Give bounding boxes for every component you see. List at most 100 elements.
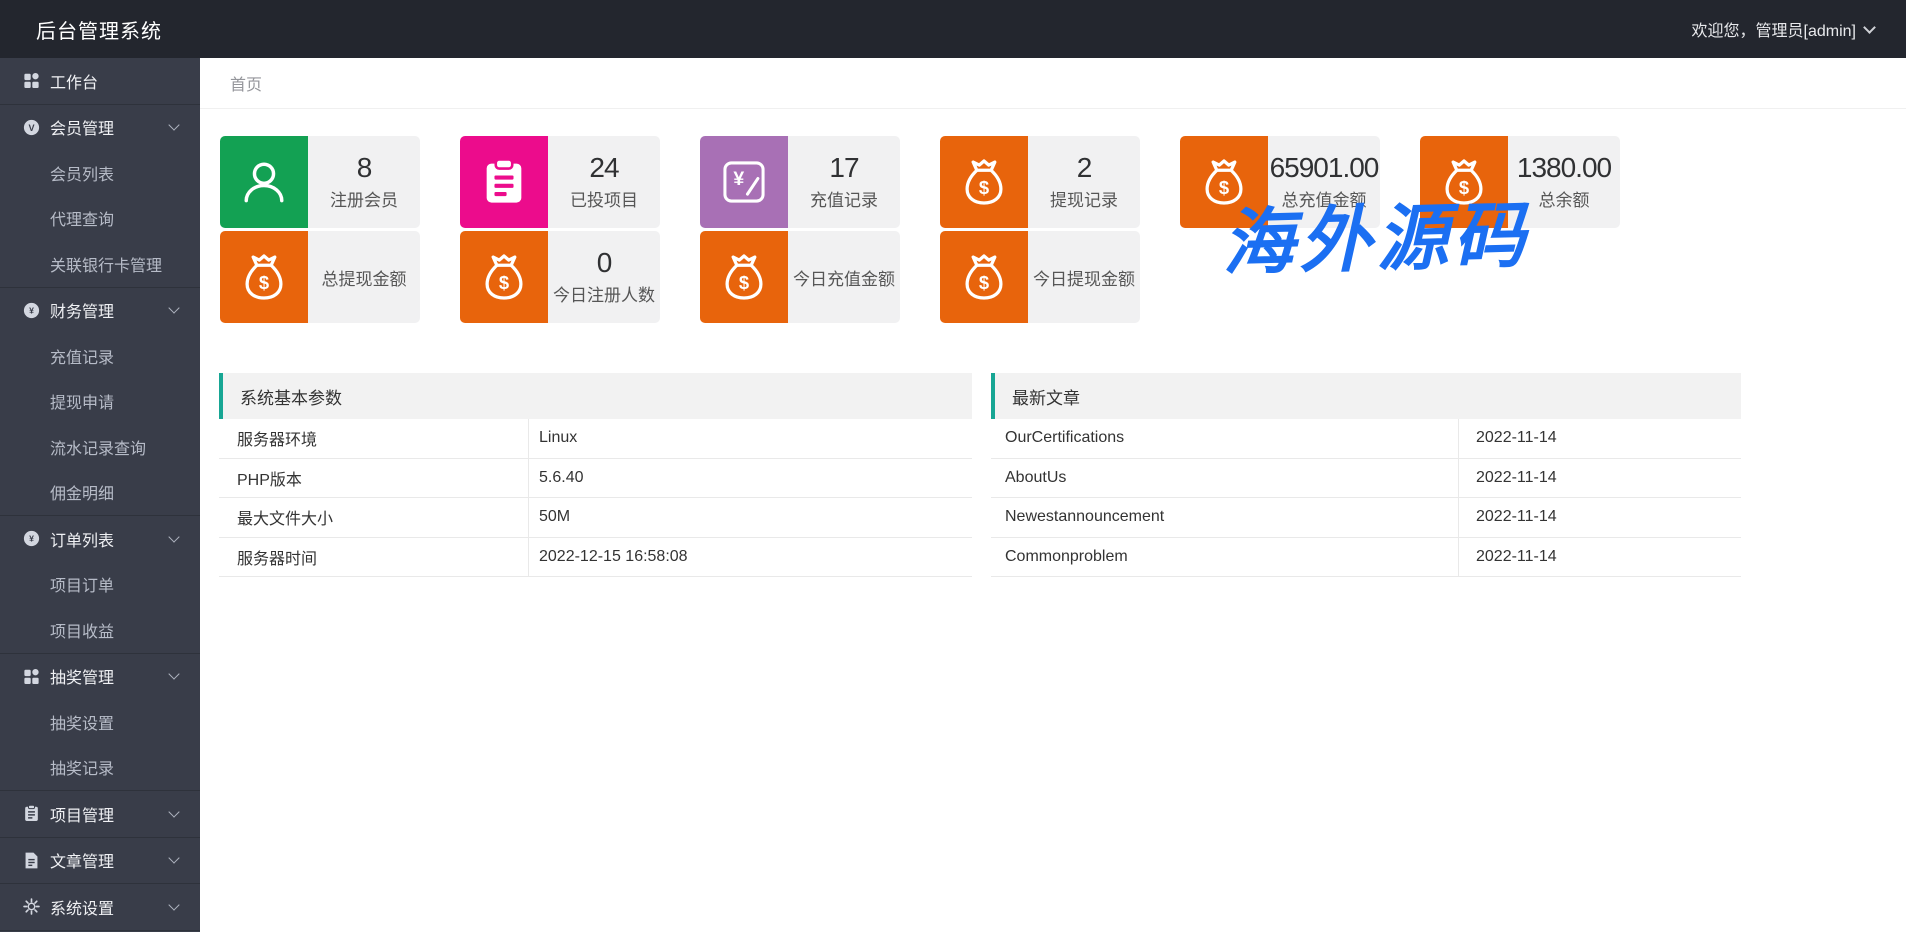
sidebar-item-label: 抽奖管理 <box>50 664 170 688</box>
sidebar-subitem-withdraw-application[interactable]: 提现申请 <box>0 379 200 425</box>
stat-card-today-recharge-amount: $ 今日充值金额 <box>700 231 900 323</box>
yen-card-icon: ¥ <box>700 136 788 228</box>
stat-value: 65901.00 <box>1270 153 1379 182</box>
stat-group-recharges: ¥17充值记录 $ 今日充值金额 <box>700 136 900 323</box>
chevron-down-icon <box>168 120 179 131</box>
chevron-down-icon <box>168 303 179 314</box>
stat-card-body: 今日提现金额 <box>1028 231 1140 323</box>
stat-card-total-recharge-amount: $65901.00总充值金额 <box>1180 136 1380 228</box>
stat-card-recharge-records: ¥17充值记录 <box>700 136 900 228</box>
system-param-row: 最大文件大小50M <box>219 498 972 538</box>
sidebar-item-label: 文章管理 <box>50 848 170 872</box>
param-value: 50M <box>529 498 972 537</box>
moneybag-icon: $ <box>220 231 308 323</box>
param-label: 服务器环境 <box>219 419 529 458</box>
clipboard-icon <box>460 136 548 228</box>
sidebar-subitem-member-list[interactable]: 会员列表 <box>0 150 200 196</box>
stat-card-body: 17充值记录 <box>788 136 900 228</box>
grid-icon <box>22 71 41 90</box>
stat-card-total-withdrawal-amount: $总提现金额 <box>220 231 420 323</box>
stat-group-total-recharge: $65901.00总充值金额 <box>1180 136 1380 323</box>
latest-articles-title: 最新文章 <box>991 373 1741 419</box>
yen-circle-icon: ¥ <box>22 529 41 548</box>
sidebar-subitem-lottery-settings[interactable]: 抽奖设置 <box>0 699 200 745</box>
stat-card-total-balance-amount: $1380.00总余额 <box>1420 136 1620 228</box>
stat-label: 注册会员 <box>330 186 398 211</box>
article-row: Commonproblem2022-11-14 <box>991 538 1741 578</box>
svg-text:¥: ¥ <box>29 534 34 544</box>
stat-value: 1380.00 <box>1517 153 1611 182</box>
stat-card-today-withdrawal-amount: $今日提现金额 <box>940 231 1140 323</box>
sidebar-item-finance-management[interactable]: ¥ 财务管理 <box>0 288 200 334</box>
sidebar-subitem-recharge-records[interactable]: 充值记录 <box>0 333 200 379</box>
sidebar-section-workbench: 工作台 <box>0 58 200 105</box>
moneybag-icon: $ <box>1180 136 1268 228</box>
chevron-down-icon <box>168 853 179 864</box>
breadcrumb: 首页 <box>200 58 1906 109</box>
stat-card-registered-members: 8 注册会员 <box>220 136 420 228</box>
yen-circle-icon: ¥ <box>22 301 41 320</box>
chevron-down-icon <box>1863 21 1876 34</box>
article-date: 2022-11-14 <box>1459 538 1741 577</box>
article-date: 2022-11-14 <box>1459 498 1741 537</box>
top-header: 后台管理系统 欢迎您，管理员[admin] <box>0 0 1906 58</box>
sidebar-item-label: 财务管理 <box>50 298 170 322</box>
svg-text:¥: ¥ <box>733 168 744 190</box>
sidebar-subitem-lottery-records[interactable]: 抽奖记录 <box>0 745 200 791</box>
stat-card-invested-projects: 24已投项目 <box>460 136 660 228</box>
user-icon <box>220 136 308 228</box>
sidebar-menu: 工作台V会员管理会员列表代理查询关联银行卡管理 ¥ 财务管理充值记录提现申请流水记录… <box>0 58 200 931</box>
param-label: 最大文件大小 <box>219 498 529 537</box>
sidebar-item-workbench[interactable]: 工作台 <box>0 58 200 104</box>
sidebar-subitem-label: 充值记录 <box>50 344 114 368</box>
article-row: OurCertifications2022-11-14 <box>991 419 1741 459</box>
article-date: 2022-11-14 <box>1459 419 1741 458</box>
sidebar-subitem-label: 关联银行卡管理 <box>50 252 162 276</box>
stat-card-body: 总提现金额 <box>308 231 420 323</box>
system-params-panel: 系统基本参数 服务器环境LinuxPHP版本5.6.40最大文件大小50M服务器… <box>219 373 972 577</box>
sidebar-item-project-management[interactable]: 项目管理 <box>0 791 200 837</box>
sidebar-subitem-project-orders[interactable]: 项目订单 <box>0 562 200 608</box>
svg-text:V: V <box>28 123 34 133</box>
stat-card-body: 今日充值金额 <box>788 231 900 323</box>
grid-icon <box>22 667 41 686</box>
sidebar-item-lottery-management[interactable]: 抽奖管理 <box>0 654 200 700</box>
stat-group-members: 8 注册会员 $总提现金额 <box>220 136 420 323</box>
sidebar-subitem-label: 项目收益 <box>50 618 114 642</box>
sidebar-section-system-settings: 系统设置 <box>0 884 200 931</box>
sidebar-subitem-label: 提现申请 <box>50 389 114 413</box>
chevron-down-icon <box>168 531 179 542</box>
sidebar-subitem-bank-card-management[interactable]: 关联银行卡管理 <box>0 241 200 287</box>
sidebar-item-article-management[interactable]: 文章管理 <box>0 838 200 884</box>
sidebar-subitem-flow-records-query[interactable]: 流水记录查询 <box>0 424 200 470</box>
breadcrumb-home-link[interactable]: 首页 <box>230 71 262 95</box>
sidebar-subitem-agent-query[interactable]: 代理查询 <box>0 196 200 242</box>
stats-row: 8注册会员$总提现金额24已投项目$0今日注册人数¥17充值记录$今日充值金额$… <box>200 109 1906 323</box>
sidebar-item-system-settings[interactable]: 系统设置 <box>0 884 200 930</box>
param-value: 2022-12-15 16:58:08 <box>529 538 972 577</box>
stat-card-body: 65901.00总充值金额 <box>1268 136 1380 228</box>
stat-group-withdrawals: $2提现记录$今日提现金额 <box>940 136 1140 323</box>
sidebar-item-member-management[interactable]: V会员管理 <box>0 105 200 151</box>
article-title: Commonproblem <box>991 538 1459 577</box>
stat-value: 8 <box>357 153 372 182</box>
main-content: 首页 8注册会员$总提现金额24已投项目$0今日注册人数¥17充值记录$今日充值… <box>200 58 1906 932</box>
stat-group-total-balance: $1380.00总余额 <box>1420 136 1620 323</box>
article-row: AboutUs2022-11-14 <box>991 459 1741 499</box>
sidebar-section-finance-management: ¥ 财务管理充值记录提现申请流水记录查询佣金明细 <box>0 288 200 517</box>
stat-value: 24 <box>589 153 618 182</box>
article-title: Newestannouncement <box>991 498 1459 537</box>
sidebar-subitem-project-income[interactable]: 项目收益 <box>0 607 200 653</box>
sidebar-subitem-commission-details[interactable]: 佣金明细 <box>0 470 200 516</box>
sidebar-subitem-label: 流水记录查询 <box>50 435 146 459</box>
sidebar-item-order-list[interactable]: ¥订单列表 <box>0 516 200 562</box>
moneybag-icon: $ <box>940 231 1028 323</box>
user-menu[interactable]: 欢迎您，管理员[admin] <box>1692 17 1874 41</box>
clipboard-icon <box>22 804 41 823</box>
stat-label: 今日提现金额 <box>1033 265 1135 290</box>
svg-text:$: $ <box>739 272 749 293</box>
moneybag-icon: $ <box>460 231 548 323</box>
param-value: 5.6.40 <box>529 459 972 498</box>
svg-text:$: $ <box>499 272 509 293</box>
vip-circle-icon: V <box>22 118 41 137</box>
